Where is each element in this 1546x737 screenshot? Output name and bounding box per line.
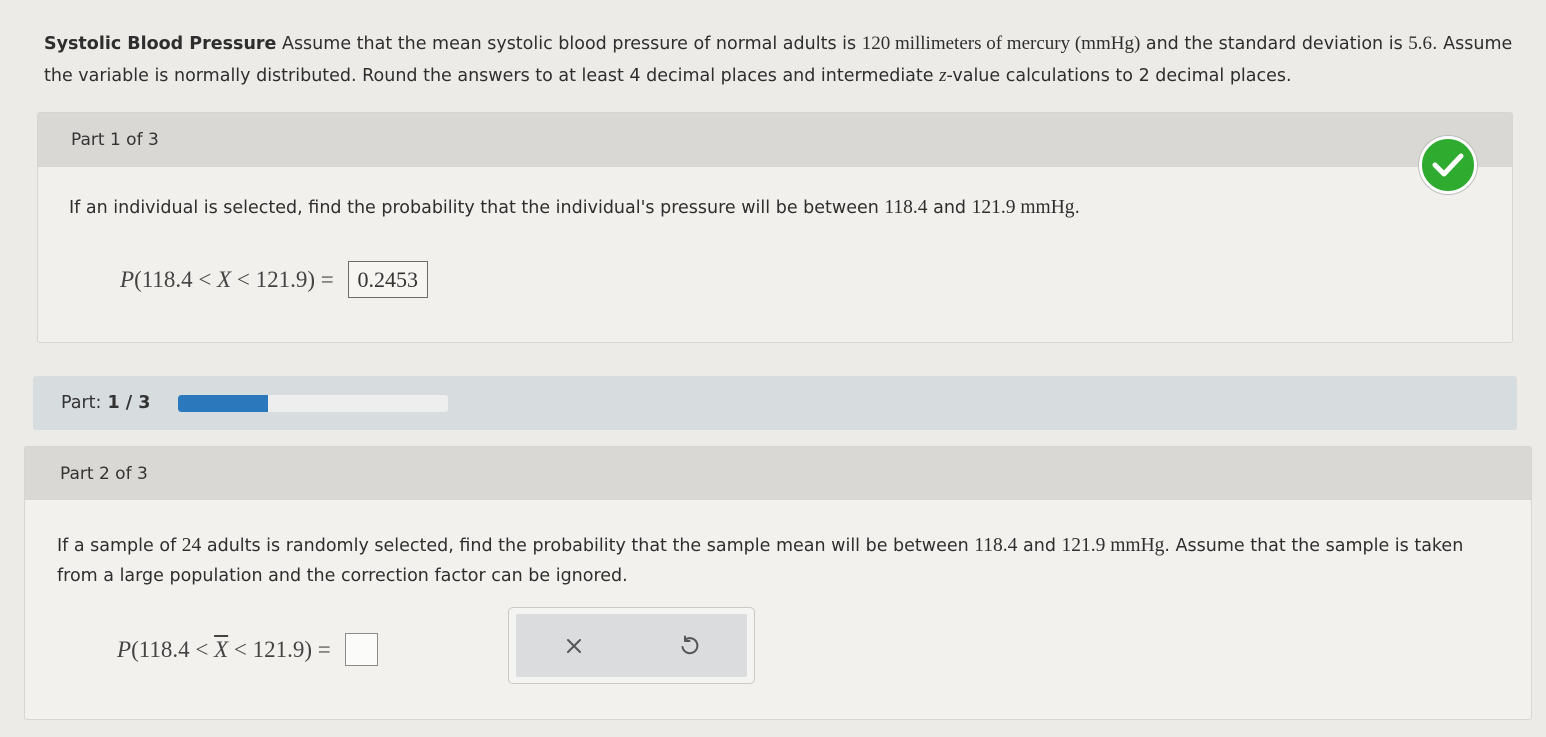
progress-bar: Part: 1 / 3 (33, 376, 1517, 430)
part2-eq-var: X (214, 636, 229, 662)
problem-text-a: Assume that the mean systolic blood pres… (276, 34, 862, 54)
answer-tools-inner (516, 614, 747, 677)
part1-eq-sign: = (315, 266, 340, 292)
part1-equation: P (118.4 < X < 121.9) = 0.2453 (120, 261, 429, 298)
part1-header-label: Part 1 of 3 (71, 130, 159, 150)
part2-question-a: If a sample of (57, 536, 182, 556)
progress-fill (178, 394, 269, 412)
part1-answer-field[interactable]: 0.2453 (347, 261, 429, 298)
part1-question: If an individual is selected, find the p… (69, 197, 1080, 219)
part1-eq-inner-a: (118.4 < (134, 266, 218, 292)
problem-statement: Systolic Blood Pressure Assume that the … (44, 28, 1514, 92)
part2-high: 121.9 mmHg (1061, 535, 1165, 556)
part1-end: . (1074, 198, 1081, 218)
clear-button[interactable] (554, 626, 594, 666)
answer-tools (508, 607, 755, 684)
part2-question: If a sample of 24 adults is randomly sel… (57, 531, 1477, 591)
part1-eq-p: P (120, 266, 135, 292)
part2-eq-inner-b: < 121.9) (228, 636, 313, 662)
part2-n: 24 (181, 535, 202, 556)
problem-text-b: and the standard deviation is (1140, 34, 1409, 54)
part1-eq-inner-b: < 121.9) (231, 266, 316, 292)
part1-and: and (927, 198, 972, 218)
undo-button[interactable] (669, 626, 709, 666)
part1-panel: Part 1 of 3 If an individual is selected… (37, 112, 1513, 343)
part2-eq-p: P (117, 636, 132, 662)
problem-mean: 120 millimeters of mercury (mmHg) (861, 33, 1141, 54)
part2-eq-sign: = (312, 636, 337, 662)
close-icon (566, 638, 581, 653)
part2-low: 118.4 (974, 535, 1018, 556)
part2-panel: Part 2 of 3 If a sample of 24 adults is … (24, 446, 1532, 720)
part1-low: 118.4 (884, 197, 928, 218)
part2-equation: P (118.4 < X < 121.9) = (117, 633, 378, 666)
problem-z: z (939, 65, 947, 86)
progress-value: 1 / 3 (107, 393, 151, 413)
undo-icon (681, 635, 699, 654)
part2-question-b: adults is randomly selected, find the pr… (201, 536, 975, 556)
part2-eq-inner-a: (118.4 < (131, 636, 215, 662)
part2-header[interactable]: Part 2 of 3 (25, 447, 1531, 500)
check-icon (1419, 136, 1477, 194)
part2-answer-input[interactable] (344, 633, 378, 666)
part1-header[interactable]: Part 1 of 3 (38, 113, 1512, 167)
problem-title: Systolic Blood Pressure (44, 34, 277, 54)
progress-track (178, 394, 449, 412)
part1-eq-var: X (217, 266, 232, 292)
progress-label: Part: (61, 393, 102, 413)
problem-text-d: -value calculations to 2 decimal places. (946, 66, 1292, 86)
part2-and: and (1017, 536, 1062, 556)
problem-sd: 5.6 (1408, 33, 1433, 54)
part1-question-a: If an individual is selected, find the p… (69, 198, 885, 218)
part2-header-label: Part 2 of 3 (60, 463, 148, 484)
part1-high: 121.9 mmHg (971, 197, 1075, 218)
